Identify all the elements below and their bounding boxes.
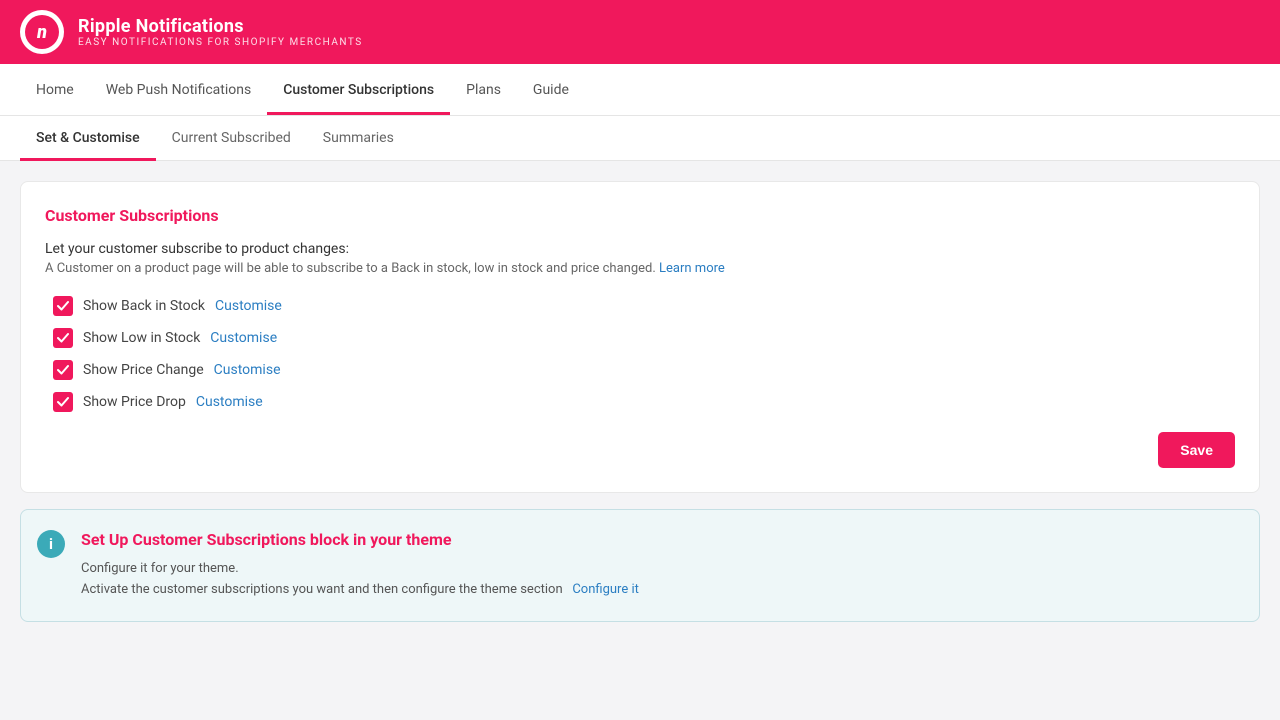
app-logo: n (20, 10, 64, 54)
tab-current-subscribed[interactable]: Current Subscribed (156, 116, 307, 161)
tab-summaries[interactable]: Summaries (307, 116, 410, 161)
learn-more-link[interactable]: Learn more (659, 261, 725, 276)
logo-letter: n (25, 15, 59, 49)
checkbox-list: Show Back in Stock Customise Show Low in… (53, 296, 1235, 412)
label-price-drop: Show Price Drop (83, 394, 186, 410)
main-content: Customer Subscriptions Let your customer… (0, 161, 1280, 642)
checkbox-price-change[interactable] (53, 360, 73, 380)
info-card-text: Configure it for your theme. Activate th… (81, 559, 1239, 601)
checkbox-price-drop[interactable] (53, 392, 73, 412)
info-card-title: Set Up Customer Subscriptions block in y… (81, 530, 1239, 549)
checkbox-row-back-in-stock: Show Back in Stock Customise (53, 296, 1235, 316)
customise-back-in-stock[interactable]: Customise (215, 298, 282, 314)
main-nav: Home Web Push Notifications Customer Sub… (0, 64, 1280, 116)
checkbox-low-in-stock[interactable] (53, 328, 73, 348)
card-title: Customer Subscriptions (45, 206, 1235, 225)
nav-home[interactable]: Home (20, 64, 90, 115)
nav-customer-subscriptions[interactable]: Customer Subscriptions (267, 64, 450, 115)
customise-price-change[interactable]: Customise (214, 362, 281, 378)
checkbox-back-in-stock[interactable] (53, 296, 73, 316)
sub-tabs: Set & Customise Current Subscribed Summa… (0, 116, 1280, 161)
info-card: i Set Up Customer Subscriptions block in… (20, 509, 1260, 622)
header-text: Ripple Notifications EASY NOTIFICATIONS … (78, 16, 363, 48)
checkbox-row-price-drop: Show Price Drop Customise (53, 392, 1235, 412)
nav-plans[interactable]: Plans (450, 64, 517, 115)
app-tagline: EASY NOTIFICATIONS FOR SHOPIFY MERCHANTS (78, 37, 363, 48)
app-name: Ripple Notifications (78, 16, 363, 37)
app-header: n Ripple Notifications EASY NOTIFICATION… (0, 0, 1280, 64)
nav-web-push[interactable]: Web Push Notifications (90, 64, 268, 115)
label-back-in-stock: Show Back in Stock (83, 298, 205, 314)
nav-guide[interactable]: Guide (517, 64, 585, 115)
configure-it-link[interactable]: Configure it (572, 582, 639, 597)
save-row: Save (45, 432, 1235, 468)
customise-low-in-stock[interactable]: Customise (210, 330, 277, 346)
card-description-sub: A Customer on a product page will be abl… (45, 261, 1235, 276)
tab-set-customise[interactable]: Set & Customise (20, 116, 156, 161)
save-button[interactable]: Save (1158, 432, 1235, 468)
label-price-change: Show Price Change (83, 362, 204, 378)
info-icon: i (37, 530, 65, 558)
checkbox-row-price-change: Show Price Change Customise (53, 360, 1235, 380)
customise-price-drop[interactable]: Customise (196, 394, 263, 410)
customer-subscriptions-card: Customer Subscriptions Let your customer… (20, 181, 1260, 493)
card-description-main: Let your customer subscribe to product c… (45, 241, 1235, 257)
label-low-in-stock: Show Low in Stock (83, 330, 200, 346)
checkbox-row-low-in-stock: Show Low in Stock Customise (53, 328, 1235, 348)
